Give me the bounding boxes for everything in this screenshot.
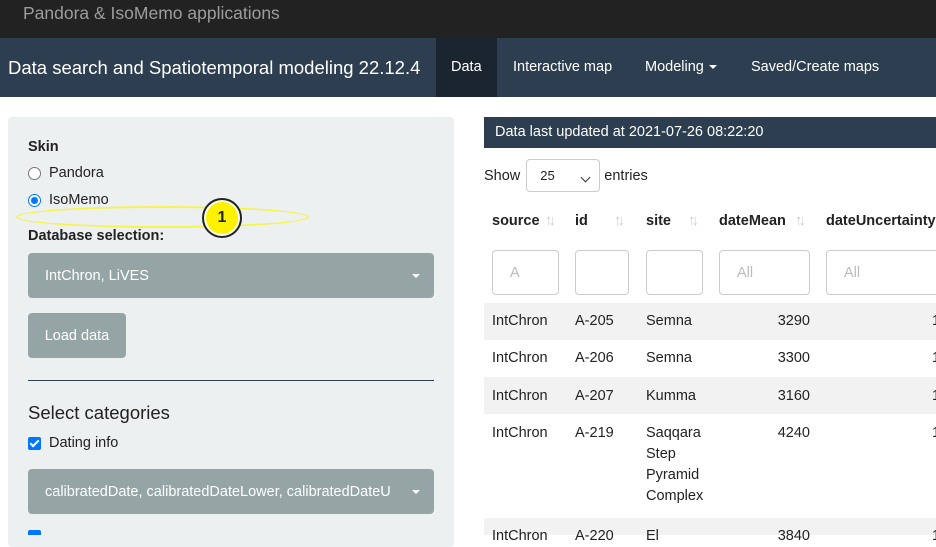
cell-datemean: 3300 xyxy=(777,350,810,366)
tab-interactive-map[interactable]: Interactive map xyxy=(498,38,627,97)
cell-id: A-219 xyxy=(575,425,614,441)
cell-source: IntChron xyxy=(492,350,548,366)
cell-id: A-206 xyxy=(575,350,614,366)
database-select[interactable]: IntChron, LiVES xyxy=(28,253,434,298)
entries-length-control: Show 25 entries xyxy=(484,159,648,192)
main-navbar: Data search and Spatiotemporal modeling … xyxy=(0,38,936,97)
tab-modeling[interactable]: Modeling xyxy=(630,38,732,97)
column-header-id[interactable]: id xyxy=(575,213,588,229)
radio-label: Pandora xyxy=(49,165,104,181)
tab-data[interactable]: Data xyxy=(436,38,497,97)
cell-datemean: 3160 xyxy=(777,388,810,404)
sort-icon[interactable]: ↑↓ xyxy=(795,212,806,229)
column-header-site[interactable]: site xyxy=(646,213,671,229)
filter-datemean[interactable]: All xyxy=(719,250,810,295)
cell-site: Semna xyxy=(646,350,692,366)
skin-label: Skin xyxy=(28,139,59,155)
cell-source: IntChron xyxy=(492,388,548,404)
cell-dateuncertainty: 1 xyxy=(932,348,936,369)
page-title: Data search and Spatiotemporal modeling … xyxy=(8,57,421,78)
radio-pandora[interactable] xyxy=(28,166,41,180)
sort-icon[interactable]: ↑↓ xyxy=(614,212,625,229)
cell-id: A-205 xyxy=(575,313,614,329)
sort-icon[interactable]: ↑↓ xyxy=(688,212,699,229)
select-categories-heading: Select categories xyxy=(28,402,170,423)
chevron-down-icon xyxy=(580,172,591,183)
dating-fields-select[interactable]: calibratedDate, calibratedDateLower, cal… xyxy=(28,469,434,514)
cell-datemean: 4240 xyxy=(777,425,810,441)
filter-dateuncertainty[interactable]: All xyxy=(826,250,936,295)
chevron-down-icon xyxy=(412,489,420,494)
cell-datemean: 3840 xyxy=(777,528,810,544)
dating-info-checkbox[interactable] xyxy=(28,436,41,450)
filter-id[interactable] xyxy=(575,250,629,295)
cell-dateuncertainty: 1 xyxy=(932,526,936,547)
app-topbar: Pandora & IsoMemo applications xyxy=(0,0,936,38)
skin-option-pandora[interactable]: Pandora xyxy=(28,165,104,181)
cell-source: IntChron xyxy=(492,528,548,544)
cell-source: IntChron xyxy=(492,313,548,329)
app-brand[interactable]: Pandora & IsoMemo applications xyxy=(23,3,280,24)
chevron-down-icon xyxy=(708,65,717,70)
column-header-datemean[interactable]: dateMean xyxy=(719,213,786,229)
radio-label: IsoMemo xyxy=(49,192,109,208)
cell-site: El xyxy=(646,528,659,544)
cell-source: IntChron xyxy=(492,425,548,441)
cell-datemean: 3290 xyxy=(777,313,810,329)
cell-id: A-207 xyxy=(575,388,614,404)
filter-site[interactable] xyxy=(646,250,703,295)
cell-dateuncertainty: 1 xyxy=(932,386,936,407)
sort-icon[interactable]: ↑↓ xyxy=(545,212,556,229)
cell-site: Semna xyxy=(646,313,692,329)
database-select-value: IntChron, LiVES xyxy=(45,267,149,284)
cell-site: Kumma xyxy=(646,388,696,404)
entries-select[interactable]: 25 xyxy=(526,159,601,192)
database-selection-label: Database selection: xyxy=(28,228,165,244)
tab-saved-create-maps[interactable]: Saved/Create maps xyxy=(736,38,894,97)
next-category-checkbox[interactable] xyxy=(28,530,41,535)
dating-fields-value: calibratedDate, calibratedDateLower, cal… xyxy=(45,483,391,500)
table-row[interactable] xyxy=(484,303,936,340)
divider xyxy=(28,380,434,381)
column-header-dateuncertainty[interactable]: dateUncertainty xyxy=(826,213,936,229)
data-updated-banner: Data last updated at 2021-07-26 08:22:20 xyxy=(484,117,936,148)
table-row[interactable] xyxy=(484,340,936,377)
cell-site: Saqqara Step Pyramid Complex xyxy=(646,425,704,504)
dating-info-label: Dating info xyxy=(49,435,119,451)
filter-source[interactable]: A xyxy=(492,250,559,295)
annotation-badge: 1 xyxy=(202,198,242,238)
cell-dateuncertainty: 1 xyxy=(932,311,936,332)
table-row[interactable] xyxy=(484,377,936,414)
column-header-source[interactable]: source xyxy=(492,213,540,229)
load-data-button[interactable]: Load data xyxy=(28,313,126,358)
annotation-ellipse xyxy=(16,206,309,228)
show-label: Show xyxy=(484,167,521,184)
radio-isomemo[interactable] xyxy=(28,193,41,207)
chevron-down-icon xyxy=(412,273,420,278)
entries-label: entries xyxy=(604,167,648,184)
cell-id: A-220 xyxy=(575,528,614,544)
cell-dateuncertainty: 1 xyxy=(932,423,936,444)
skin-option-isomemo[interactable]: IsoMemo xyxy=(28,192,109,208)
dating-info-checkbox-row[interactable]: Dating info xyxy=(28,435,118,451)
table-row[interactable] xyxy=(484,414,936,518)
table-row[interactable] xyxy=(484,518,936,535)
